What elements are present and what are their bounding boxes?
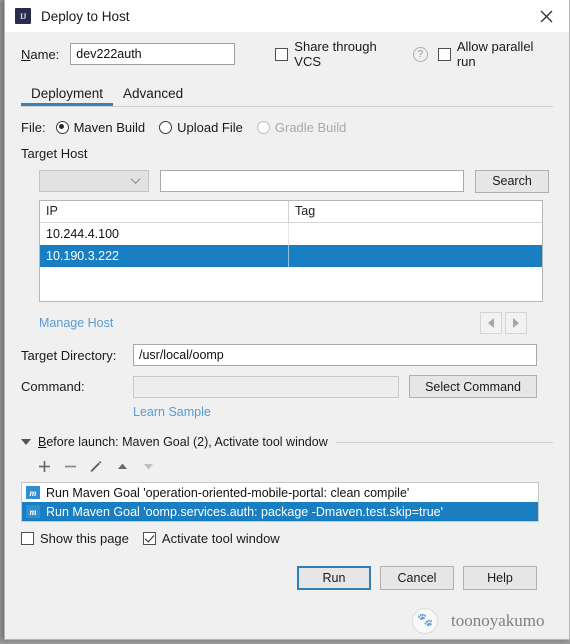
activate-tool-window-checkbox[interactable]: Activate tool window	[142, 531, 280, 546]
chevron-down-icon	[130, 174, 141, 184]
dialog-body: Name: Share through VCS ? Allow parallel…	[5, 39, 569, 590]
radio-dot	[159, 120, 173, 134]
edit-pencil-icon[interactable]	[83, 459, 109, 473]
bottom-options-row: Show this page Activate tool window	[21, 531, 553, 546]
name-label: Name:	[21, 46, 60, 62]
triangle-left-icon	[488, 318, 494, 328]
target-directory-label: Target Directory:	[21, 347, 117, 363]
target-directory-input[interactable]	[133, 344, 537, 366]
list-item-label: Run Maven Goal 'oomp.services.auth: pack…	[46, 504, 443, 519]
table-header: IP Tag	[40, 201, 542, 223]
pager	[480, 312, 527, 334]
host-search-row: Search	[39, 169, 553, 193]
radio-maven-build-label: Maven Build	[73, 119, 146, 135]
before-launch-title: Before launch: Maven Goal (2), Activate …	[38, 435, 328, 449]
help-icon[interactable]: ?	[412, 46, 428, 62]
list-item[interactable]: m Run Maven Goal 'operation-oriented-mob…	[22, 483, 538, 502]
close-icon[interactable]	[529, 1, 563, 31]
cell-ip: 10.244.4.100	[40, 223, 289, 245]
select-command-button[interactable]: Select Command	[409, 375, 537, 398]
tab-advanced[interactable]: Advanced	[113, 86, 193, 106]
triangle-down-icon	[21, 439, 31, 445]
column-header-tag[interactable]: Tag	[289, 201, 542, 222]
command-input[interactable]	[133, 375, 399, 398]
tab-bar: Deployment Advanced	[21, 80, 553, 106]
host-filter-select[interactable]	[39, 170, 149, 192]
help-button[interactable]: Help	[463, 566, 537, 590]
list-item[interactable]: m Run Maven Goal 'oomp.services.auth: pa…	[22, 502, 538, 521]
name-input[interactable]	[70, 43, 236, 65]
tab-deployment[interactable]: Deployment	[21, 86, 114, 106]
watermark-text: toonoyakumo	[451, 611, 545, 630]
command-label: Command:	[21, 379, 85, 394]
manage-host-row: Manage Host	[39, 312, 553, 334]
pager-prev-button[interactable]	[480, 312, 502, 334]
radio-dot	[256, 120, 270, 134]
cell-ip: 10.190.3.222	[40, 245, 289, 267]
intellij-idea-icon	[15, 8, 31, 24]
target-directory-row: Target Directory:	[21, 344, 553, 366]
cell-tag	[289, 245, 542, 267]
show-this-page-label: Show this page	[40, 531, 129, 546]
share-through-vcs-checkbox[interactable]: Share through VCS	[275, 39, 404, 69]
title-bar: Deploy to Host	[5, 0, 569, 32]
search-button[interactable]: Search	[475, 169, 549, 193]
learn-sample-link[interactable]: Learn Sample	[133, 405, 553, 419]
host-search-input[interactable]	[160, 170, 464, 192]
column-header-ip[interactable]: IP	[40, 201, 289, 222]
radio-gradle-build: Gradle Build	[256, 119, 347, 135]
show-this-page-checkbox[interactable]: Show this page	[21, 531, 129, 546]
move-up-icon[interactable]	[109, 460, 135, 473]
radio-upload-file-label: Upload File	[177, 119, 243, 135]
radio-maven-build[interactable]: Maven Build	[55, 119, 146, 135]
host-table[interactable]: IP Tag 10.244.4.100 10.190.3.222	[39, 200, 543, 302]
share-through-vcs-label: Share through VCS	[294, 39, 377, 69]
table-row[interactable]: 10.244.4.100	[40, 223, 542, 245]
window-title: Deploy to Host	[41, 8, 130, 24]
maven-icon: m	[26, 486, 40, 499]
radio-gradle-build-label: Gradle Build	[274, 119, 347, 135]
before-launch-list[interactable]: m Run Maven Goal 'operation-oriented-mob…	[21, 482, 539, 522]
allow-parallel-run-checkbox[interactable]: Allow parallel run	[437, 39, 553, 69]
deploy-to-host-dialog: Deploy to Host Name: Share through VCS ?…	[4, 0, 570, 640]
dialog-button-bar: Run Cancel Help	[21, 566, 553, 590]
maven-icon: m	[26, 505, 40, 518]
move-down-icon	[135, 460, 161, 473]
checkbox-box	[275, 47, 289, 61]
list-item-label: Run Maven Goal 'operation-oriented-mobil…	[46, 485, 410, 500]
triangle-right-icon	[513, 318, 519, 328]
run-button[interactable]: Run	[297, 566, 371, 590]
radio-upload-file[interactable]: Upload File	[159, 120, 243, 135]
checkbox-box	[21, 532, 34, 545]
checkbox-box	[142, 532, 156, 545]
cell-tag	[289, 223, 542, 245]
watermark-logo-icon	[412, 608, 438, 634]
before-launch-header[interactable]: Before launch: Maven Goal (2), Activate …	[21, 435, 553, 449]
add-icon[interactable]	[31, 460, 57, 473]
file-label: File:	[21, 119, 46, 135]
allow-parallel-run-label: Allow parallel run	[456, 39, 534, 69]
before-launch-toolbar	[31, 456, 553, 476]
checkbox-box	[437, 47, 451, 61]
target-host-section-label: Target Host	[21, 146, 88, 161]
manage-host-link[interactable]: Manage Host	[39, 316, 113, 330]
tab-divider	[21, 106, 553, 107]
cancel-button[interactable]: Cancel	[380, 566, 454, 590]
section-divider	[335, 441, 553, 443]
command-row: Command: Select Command	[21, 375, 553, 398]
pager-next-button[interactable]	[505, 312, 527, 334]
remove-icon[interactable]	[57, 460, 83, 473]
watermark: toonoyakumo	[407, 604, 570, 638]
name-row: Name: Share through VCS ? Allow parallel…	[21, 39, 553, 69]
file-type-row: File: Maven Build Upload File Gradle Bui…	[21, 117, 553, 137]
activate-tool-window-label: Activate tool window	[161, 531, 280, 546]
table-row[interactable]: 10.190.3.222	[40, 245, 542, 267]
radio-dot	[55, 120, 69, 134]
